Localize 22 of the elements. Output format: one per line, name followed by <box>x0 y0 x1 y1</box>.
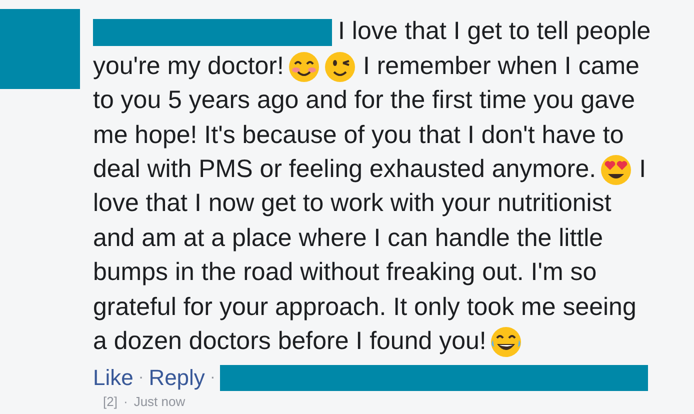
comment-text: bumps in the road without freaking out. I'm so <box>93 257 597 288</box>
comment-text: grateful for your approach. It only took me seeing <box>93 292 636 323</box>
reaction-count: [2] <box>103 394 118 409</box>
winking-face-icon <box>324 50 356 83</box>
comment-text: and am at a place where I can handle the little <box>93 222 604 254</box>
comment-text: you're my doctor! <box>93 50 284 82</box>
comment-text: me hope! It's because of you that I don't have to <box>93 120 624 151</box>
laughing-tears-face-icon <box>490 326 522 358</box>
comment-text: deal with PMS or feeling exhausted anymore. <box>93 154 596 186</box>
comment-text: to you 5 years ago and for the first time you gave <box>93 85 635 116</box>
action-link[interactable]: Like <box>93 362 134 393</box>
smiling-face-icon <box>288 50 320 83</box>
separator-dot: · <box>210 368 216 388</box>
comment-text: love that I now get to work with your nutritionist <box>93 188 612 220</box>
separator-dot: · <box>123 394 128 409</box>
heart-eyes-face-icon <box>600 154 632 186</box>
separator-dot: · <box>138 368 144 388</box>
comment-text: a dozen doctors before I found you! <box>93 326 486 357</box>
comment-text: I <box>639 154 646 186</box>
comment-text: I love that I get to tell people <box>338 16 651 48</box>
action-link[interactable]: Reply <box>148 362 205 393</box>
comment-text: I remember when I came <box>362 50 640 82</box>
